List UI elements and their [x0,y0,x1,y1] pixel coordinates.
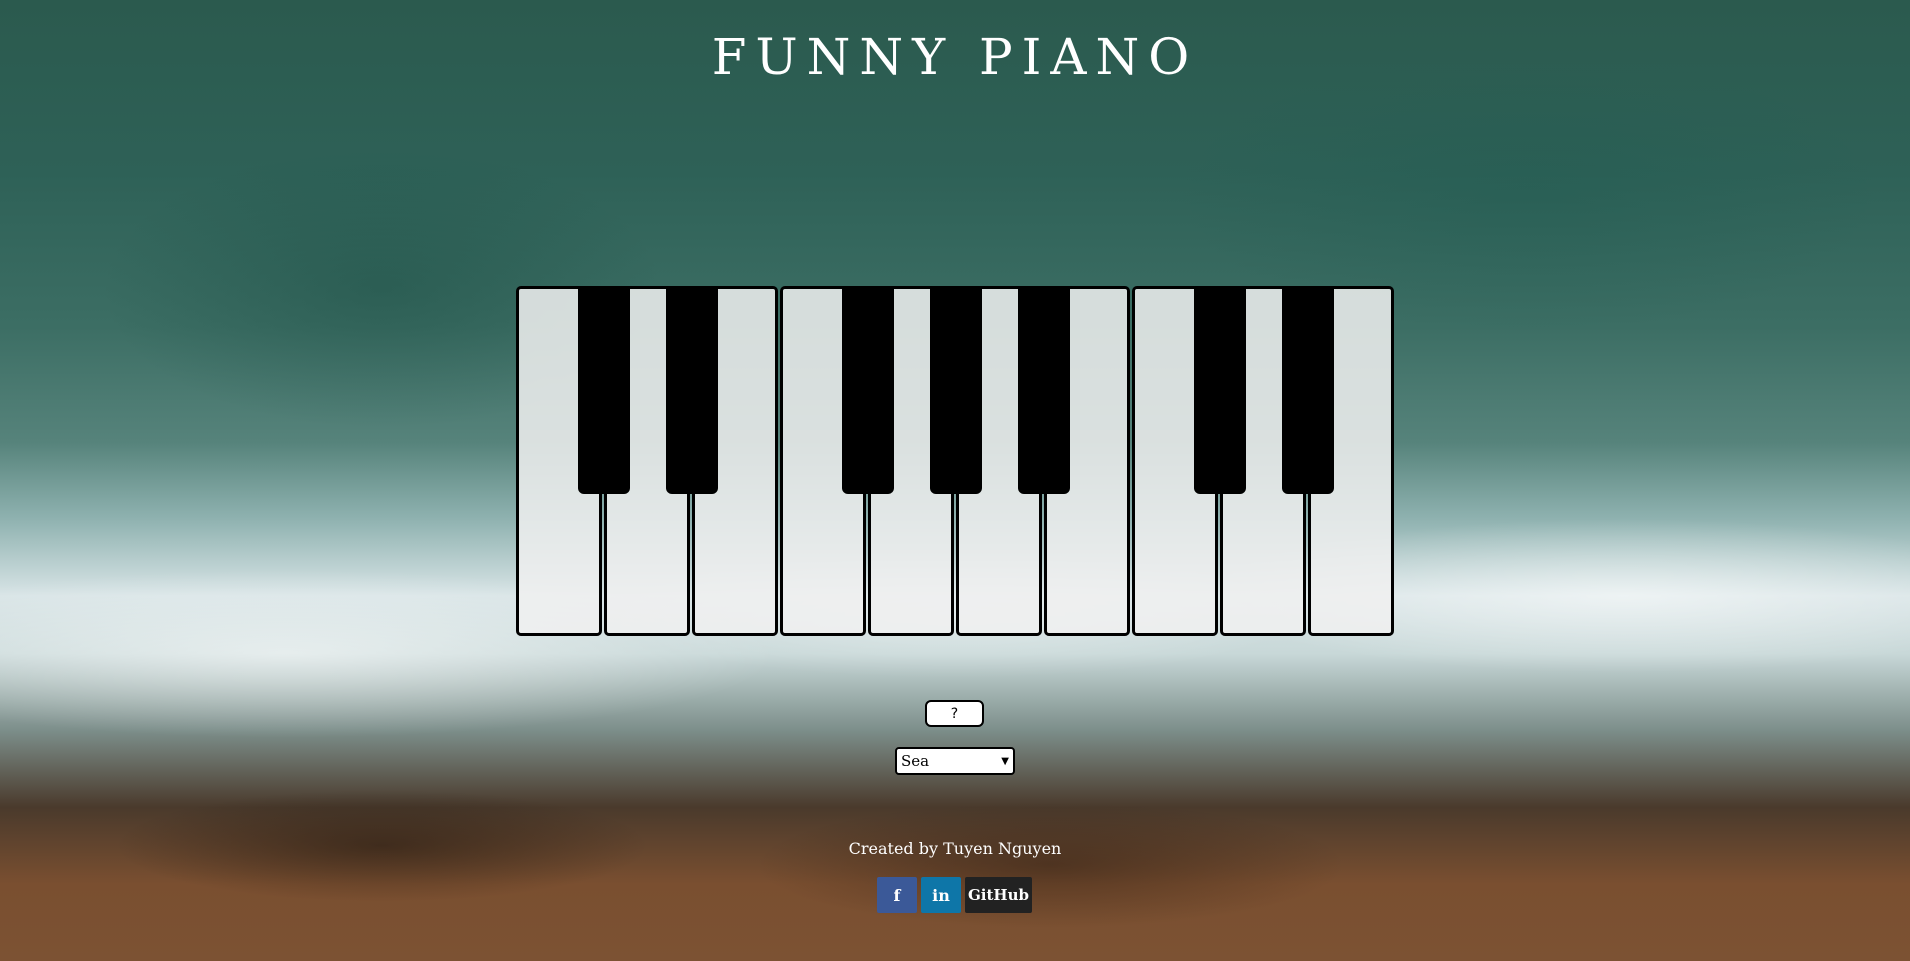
page-title: FUNNY PIANO [711,28,1199,86]
theme-select-value: Sea [901,752,930,770]
facebook-button[interactable]: f [877,877,917,913]
social-links: f in GitHub [877,877,1032,913]
black-key[interactable] [842,286,894,494]
key-group-1 [516,286,778,636]
black-key[interactable] [578,286,630,494]
credit-text: Created by Tuyen Nguyen [848,839,1062,858]
black-key[interactable] [1282,286,1334,494]
help-button[interactable]: ? [925,700,984,727]
key-group-2 [780,286,1130,636]
chevron-down-icon: ▼ [1001,755,1009,767]
black-key[interactable] [666,286,718,494]
github-button[interactable]: GitHub [965,877,1032,913]
facebook-icon: f [893,885,901,905]
piano-keyboard [516,286,1394,636]
theme-select[interactable]: Sea ▼ [895,747,1015,775]
linkedin-button[interactable]: in [921,877,961,913]
linkedin-icon: in [932,885,950,905]
key-group-3 [1132,286,1394,636]
black-key[interactable] [1194,286,1246,494]
black-key[interactable] [930,286,982,494]
black-key[interactable] [1018,286,1070,494]
github-label: GitHub [967,886,1029,904]
